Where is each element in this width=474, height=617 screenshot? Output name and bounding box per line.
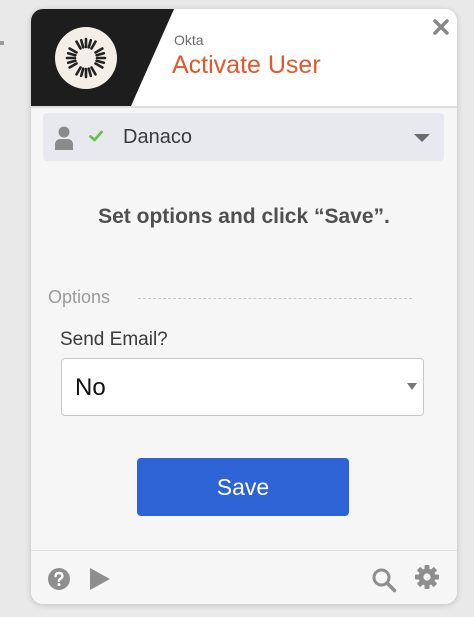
action-title: Activate User bbox=[172, 51, 321, 79]
user-icon bbox=[55, 126, 73, 150]
panel-footer bbox=[31, 551, 457, 604]
panel-header: Okta Activate User bbox=[31, 9, 457, 106]
send-email-value: No bbox=[75, 374, 106, 401]
check-icon bbox=[89, 130, 103, 142]
save-button[interactable]: Save bbox=[137, 458, 349, 516]
header-divider bbox=[31, 106, 457, 108]
options-divider bbox=[138, 298, 412, 299]
instructions-text: Set options and click “Save”. bbox=[98, 205, 390, 228]
send-email-label: Send Email? bbox=[60, 329, 168, 350]
select-arrow-icon bbox=[407, 383, 417, 390]
help-icon[interactable] bbox=[47, 567, 71, 591]
options-section-label: Options bbox=[48, 287, 111, 307]
app-name: Okta bbox=[174, 32, 204, 48]
close-icon bbox=[433, 19, 449, 35]
close-button[interactable] bbox=[429, 15, 453, 39]
account-selector[interactable]: Danaco bbox=[43, 113, 444, 161]
gear-icon[interactable] bbox=[414, 564, 440, 590]
action-panel: Okta Activate User Danaco Set options an… bbox=[31, 9, 457, 604]
okta-logo bbox=[55, 27, 117, 89]
play-icon[interactable] bbox=[89, 567, 111, 591]
chevron-down-icon bbox=[414, 134, 430, 142]
background-mark bbox=[0, 41, 4, 45]
send-email-select[interactable]: No bbox=[61, 358, 424, 416]
account-name: Danaco bbox=[123, 126, 192, 148]
search-icon[interactable] bbox=[371, 567, 397, 593]
